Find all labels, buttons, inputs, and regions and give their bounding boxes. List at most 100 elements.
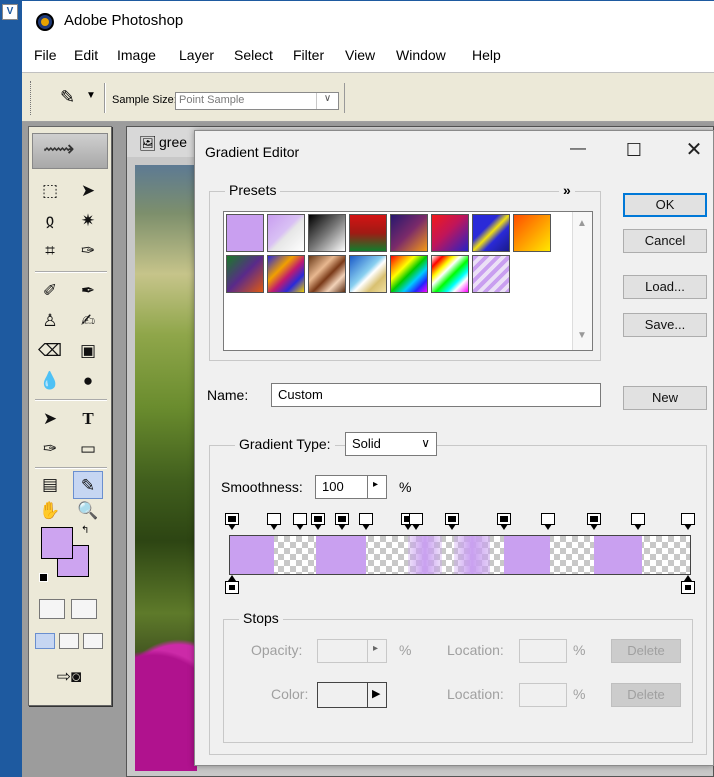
swap-colors-icon[interactable]: ↰ bbox=[81, 525, 89, 536]
eyedropper-tool-icon[interactable]: ✎ bbox=[60, 87, 75, 108]
preset-swatch[interactable] bbox=[226, 255, 264, 293]
menu-window[interactable]: Window bbox=[396, 47, 446, 63]
crop-tool-icon[interactable]: ⌗ bbox=[35, 237, 65, 265]
scroll-up-icon[interactable]: ▲ bbox=[577, 218, 587, 229]
toolbox-header[interactable] bbox=[32, 133, 108, 169]
eyedropper-tool-icon[interactable]: ✎ bbox=[73, 471, 103, 499]
preset-swatch[interactable] bbox=[431, 214, 469, 252]
notes-tool-icon[interactable]: ▤ bbox=[35, 471, 65, 499]
preset-swatch[interactable] bbox=[390, 214, 428, 252]
scroll-down-icon[interactable]: ▼ bbox=[577, 330, 587, 341]
path-selection-tool-icon[interactable]: ➤ bbox=[35, 405, 65, 433]
opacity-stop[interactable] bbox=[359, 513, 373, 531]
color-stop[interactable] bbox=[225, 575, 239, 595]
color-location-input[interactable] bbox=[519, 683, 567, 707]
zoom-tool-icon[interactable]: 🔍 bbox=[73, 497, 103, 525]
smoothness-slider-button[interactable]: ▸ bbox=[367, 475, 387, 499]
blur-tool-icon[interactable]: 💧 bbox=[35, 367, 65, 395]
opacity-stop[interactable] bbox=[335, 513, 349, 531]
opacity-stop[interactable] bbox=[225, 513, 239, 531]
preset-swatch[interactable] bbox=[390, 255, 428, 293]
opacity-stop[interactable] bbox=[409, 513, 423, 531]
opacity-stop[interactable] bbox=[311, 513, 325, 531]
cancel-button[interactable]: Cancel bbox=[623, 229, 707, 253]
taskbar-icon[interactable]: V bbox=[2, 4, 18, 20]
move-tool-icon[interactable]: ➤ bbox=[73, 177, 103, 205]
gradient-preview-bar[interactable] bbox=[229, 535, 691, 575]
opacity-slider-button[interactable]: ▸ bbox=[367, 639, 387, 663]
gradient-type-select[interactable]: Solid ∨ bbox=[345, 432, 437, 456]
preset-swatch[interactable] bbox=[472, 214, 510, 252]
preset-swatch[interactable] bbox=[513, 214, 551, 252]
menu-view[interactable]: View bbox=[345, 47, 375, 63]
delete-opacity-stop-button[interactable]: Delete bbox=[611, 639, 681, 663]
eraser-tool-icon[interactable]: ⌫ bbox=[35, 337, 65, 365]
opacity-stop[interactable] bbox=[587, 513, 601, 531]
document-image[interactable] bbox=[135, 165, 197, 771]
screen-mode-full-menu-button[interactable] bbox=[59, 633, 79, 649]
minimize-icon[interactable]: — bbox=[563, 140, 593, 158]
presets-scrollbar[interactable]: ▲ ▼ bbox=[572, 212, 592, 350]
standard-mode-button[interactable] bbox=[39, 599, 65, 619]
load-button[interactable]: Load... bbox=[623, 275, 707, 299]
color-menu-button[interactable]: ▶ bbox=[367, 682, 387, 708]
magic-wand-tool-icon[interactable]: ✷ bbox=[73, 207, 103, 235]
menu-help[interactable]: Help bbox=[472, 47, 501, 63]
preset-swatch[interactable] bbox=[308, 214, 346, 252]
clone-stamp-tool-icon[interactable]: ♙ bbox=[35, 307, 65, 335]
ok-button[interactable]: OK bbox=[623, 193, 707, 217]
screen-mode-standard-button[interactable] bbox=[35, 633, 55, 649]
opacity-stop[interactable] bbox=[541, 513, 555, 531]
save-button[interactable]: Save... bbox=[623, 313, 707, 337]
menu-image[interactable]: Image bbox=[117, 47, 156, 63]
foreground-color-swatch[interactable] bbox=[41, 527, 73, 559]
delete-color-stop-button[interactable]: Delete bbox=[611, 683, 681, 707]
tool-preset-dropdown-icon[interactable]: ▼ bbox=[86, 90, 96, 101]
close-icon[interactable]: ✕ bbox=[679, 137, 709, 162]
sample-size-select[interactable]: Point Sample ∨ bbox=[175, 92, 339, 110]
new-button[interactable]: New bbox=[623, 386, 707, 410]
lasso-tool-icon[interactable]: ჲ bbox=[35, 207, 65, 235]
smoothness-input[interactable]: 100 bbox=[315, 475, 371, 499]
preset-swatch[interactable] bbox=[349, 214, 387, 252]
menu-layer[interactable]: Layer bbox=[179, 47, 214, 63]
maximize-icon[interactable]: ☐ bbox=[619, 140, 649, 161]
opacity-stop[interactable] bbox=[267, 513, 281, 531]
color-stop[interactable] bbox=[681, 575, 695, 595]
opacity-stop[interactable] bbox=[445, 513, 459, 531]
color-swatch-button[interactable] bbox=[317, 682, 369, 708]
name-input[interactable]: Custom bbox=[271, 383, 601, 407]
opacity-stop[interactable] bbox=[497, 513, 511, 531]
default-colors-icon[interactable] bbox=[39, 573, 48, 582]
menu-file[interactable]: File bbox=[34, 47, 57, 63]
preset-swatch[interactable] bbox=[308, 255, 346, 293]
slice-tool-icon[interactable]: ✑ bbox=[73, 237, 103, 265]
preset-swatch[interactable] bbox=[267, 214, 305, 252]
options-bar-grip[interactable] bbox=[30, 81, 32, 115]
opacity-stop[interactable] bbox=[631, 513, 645, 531]
history-brush-tool-icon[interactable]: ✍ bbox=[73, 307, 103, 335]
menu-filter[interactable]: Filter bbox=[293, 47, 324, 63]
opacity-input[interactable] bbox=[317, 639, 371, 663]
burn-tool-icon[interactable]: ● bbox=[73, 367, 103, 395]
presets-menu-icon[interactable]: » bbox=[559, 182, 575, 198]
gradient-tool-icon[interactable]: ▣ bbox=[73, 337, 103, 365]
healing-brush-tool-icon[interactable]: ✐ bbox=[35, 277, 65, 305]
brush-tool-icon[interactable]: ✒ bbox=[73, 277, 103, 305]
screen-mode-full-button[interactable] bbox=[83, 633, 103, 649]
hand-tool-icon[interactable]: ✋ bbox=[35, 497, 65, 525]
preset-swatch[interactable] bbox=[431, 255, 469, 293]
menu-edit[interactable]: Edit bbox=[74, 47, 98, 63]
opacity-stop[interactable] bbox=[681, 513, 695, 531]
preset-swatch[interactable] bbox=[472, 255, 510, 293]
marquee-tool-icon[interactable]: ⬚ bbox=[35, 177, 65, 205]
menu-select[interactable]: Select bbox=[234, 47, 273, 63]
preset-swatch[interactable] bbox=[226, 214, 264, 252]
quick-mask-mode-button[interactable] bbox=[71, 599, 97, 619]
preset-swatch[interactable] bbox=[267, 255, 305, 293]
opacity-stop[interactable] bbox=[293, 513, 307, 531]
type-tool-icon[interactable]: T bbox=[73, 405, 103, 433]
opacity-location-input[interactable] bbox=[519, 639, 567, 663]
jump-to-imageready-icon[interactable]: ⇨◙ bbox=[41, 663, 97, 691]
shape-tool-icon[interactable]: ▭ bbox=[73, 435, 103, 463]
